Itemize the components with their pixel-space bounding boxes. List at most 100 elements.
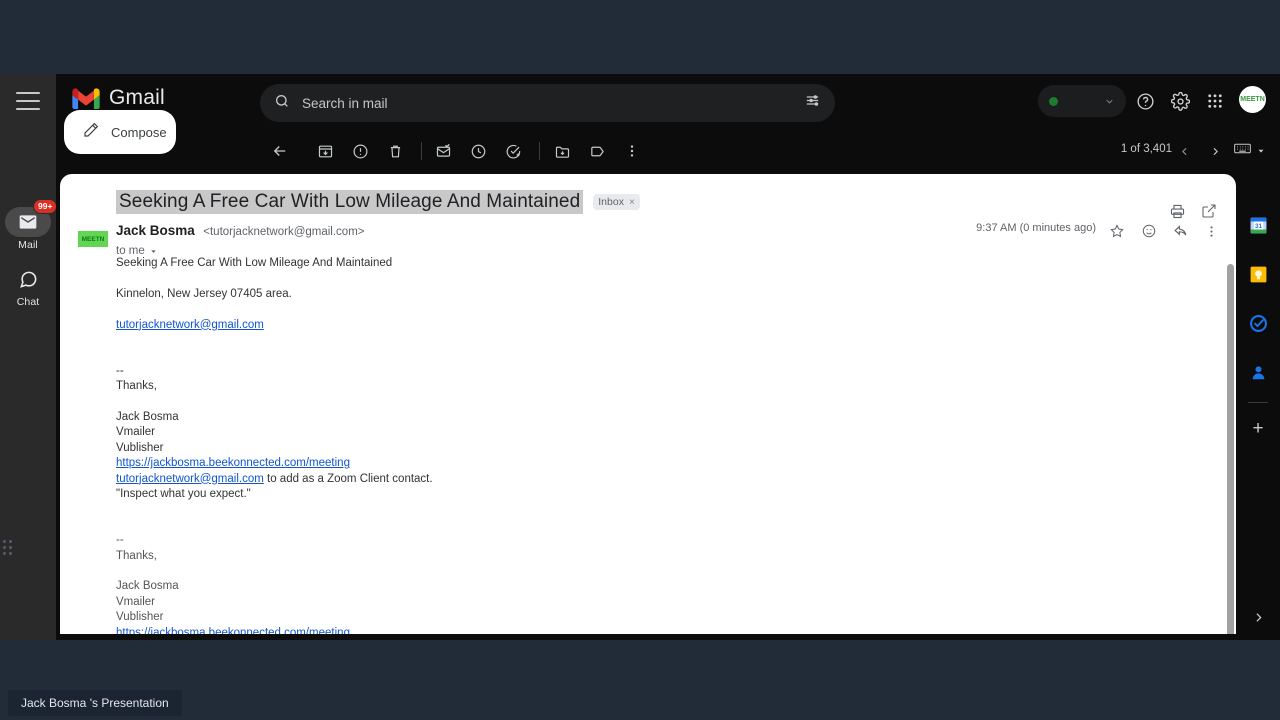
compose-button[interactable]: Compose — [64, 110, 176, 154]
help-icon[interactable] — [1130, 86, 1160, 116]
main-menu-icon[interactable] — [16, 92, 40, 110]
body-line: Jack Bosma — [116, 580, 179, 593]
move-to-button[interactable] — [547, 136, 577, 166]
snooze-button[interactable] — [463, 136, 493, 166]
delete-button[interactable] — [380, 136, 410, 166]
body-line: Vmailer — [116, 595, 155, 608]
account-avatar[interactable]: MEETN — [1239, 86, 1266, 113]
gmail-window: 99+ Mail Chat Gmail Search in mail MEETN… — [0, 74, 1280, 640]
older-message-button[interactable] — [1201, 136, 1229, 166]
google-apps-grid-icon[interactable] — [1200, 86, 1230, 116]
inbox-label-chip[interactable]: Inbox × — [593, 194, 640, 210]
body-line: "Inspect what you expect." — [116, 488, 251, 501]
body-link[interactable]: https://jackbosma.beekonnected.com/meeti… — [116, 627, 350, 634]
report-spam-button[interactable] — [345, 136, 375, 166]
remove-label-icon[interactable]: × — [629, 197, 635, 208]
message-timestamp: 9:37 AM (0 minutes ago) — [976, 222, 1096, 234]
body-link[interactable]: tutorjacknetwork@gmail.com — [116, 473, 264, 485]
search-options-icon[interactable] — [804, 92, 821, 114]
body-line: https://jackbosma.beekonnected.com/meeti… — [116, 626, 1206, 634]
google-keep-icon[interactable] — [1245, 261, 1271, 287]
reply-icon[interactable] — [1168, 218, 1194, 244]
sender-avatar: MEETN — [78, 231, 108, 247]
body-text: to add as a Zoom Client contact. — [263, 472, 433, 485]
emoji-reaction-icon[interactable] — [1136, 218, 1162, 244]
message-toolbar: 1 of 3,401 — [56, 128, 1280, 174]
workspace-side-panel: 31 + — [1236, 174, 1280, 640]
add-workspace-app-button[interactable]: + — [1246, 417, 1270, 441]
search-placeholder: Search in mail — [302, 95, 388, 111]
email-subject: Seeking A Free Car With Low Mileage And … — [116, 190, 584, 214]
toolbar-divider — [539, 142, 540, 160]
rail-app-mail[interactable]: 99+ Mail — [0, 199, 58, 251]
assistant-drag-handle[interactable] — [3, 540, 14, 555]
status-dot — [1049, 96, 1058, 106]
subject-row: Seeking A Free Car With Low Mileage And … — [116, 190, 1166, 214]
rail-app-chat[interactable]: Chat — [0, 264, 56, 308]
rail-app-chat-label: Chat — [16, 296, 40, 308]
labels-button[interactable] — [582, 136, 612, 166]
more-options-button[interactable] — [617, 136, 647, 166]
search-icon — [274, 93, 290, 114]
message-pager: 1 of 3,401 — [1120, 143, 1172, 155]
newer-message-button[interactable] — [1170, 136, 1198, 166]
keyboard-icon — [1234, 142, 1251, 160]
mail-unread-badge: 99+ — [33, 199, 58, 214]
body-line: Seeking A Free Car With Low Mileage And … — [116, 257, 393, 269]
sender-block: Jack Bosma <tutorjacknetwork@gmail.com> … — [116, 222, 365, 257]
body-line: Kinnelon, New Jersey 07405 area. — [116, 287, 292, 300]
body-link[interactable]: https://jackbosma.beekonnected.com/meeti… — [116, 457, 350, 469]
input-tools-button[interactable] — [1234, 136, 1266, 166]
add-to-tasks-button[interactable] — [498, 136, 528, 166]
google-contacts-icon[interactable] — [1245, 359, 1271, 385]
gmail-header: Gmail Search in mail MEETN — [56, 74, 1280, 128]
body-line: Vmailer — [116, 426, 155, 439]
email-reading-pane: Seeking A Free Car With Low Mileage And … — [60, 174, 1236, 634]
body-line: Thanks, — [116, 549, 157, 562]
body-line: Vublisher — [116, 611, 164, 624]
chevron-down-icon — [1106, 99, 1113, 104]
body-line: https://jackbosma.beekonnected.com/meeti… — [116, 456, 1206, 471]
taskbar-item-presentation[interactable]: Jack Bosma 's Presentation — [8, 690, 182, 716]
body-line: Vublisher — [116, 441, 164, 454]
presence-status-chip[interactable] — [1038, 85, 1126, 117]
pencil-icon — [82, 121, 100, 144]
body-line: tutorjacknetwork@gmail.com — [116, 318, 1206, 333]
search-input[interactable]: Search in mail — [260, 84, 835, 122]
expand-side-panel-button[interactable] — [1247, 606, 1269, 628]
reading-pane-scrollbar[interactable] — [1227, 264, 1234, 634]
body-line: -- — [116, 534, 124, 547]
mail-icon: 99+ — [5, 199, 58, 237]
chevron-down-icon — [1258, 149, 1264, 153]
gmail-logo-icon — [72, 87, 100, 109]
gmail-main-area: Gmail Search in mail MEETN 1 of 3,401 Co… — [56, 74, 1280, 640]
sender-avatar-text: MEETN — [81, 235, 105, 243]
rail-app-mail-label: Mail — [18, 239, 38, 251]
app-rail: 99+ Mail Chat — [0, 74, 58, 640]
archive-button[interactable] — [310, 136, 340, 166]
body-line: -- — [116, 364, 124, 377]
google-calendar-icon[interactable]: 31 — [1245, 212, 1271, 238]
compose-button-label: Compose — [111, 124, 167, 140]
body-line: tutorjacknetwork@gmail.com to add as a Z… — [116, 472, 1206, 487]
workspace-divider — [1248, 402, 1268, 403]
gear-icon[interactable] — [1165, 86, 1195, 116]
star-icon[interactable] — [1104, 218, 1130, 244]
body-link[interactable]: tutorjacknetwork@gmail.com — [116, 319, 264, 331]
google-tasks-icon[interactable] — [1245, 310, 1271, 336]
sender-name: Jack Bosma — [116, 223, 195, 238]
back-button[interactable] — [265, 136, 295, 166]
chat-icon — [5, 264, 51, 294]
email-body: Seeking A Free Car With Low Mileage And … — [116, 256, 1206, 634]
more-options-icon[interactable] — [1198, 218, 1224, 244]
toolbar-divider — [421, 142, 422, 160]
mark-unread-button[interactable] — [428, 136, 458, 166]
gmail-logo[interactable]: Gmail — [72, 86, 165, 110]
